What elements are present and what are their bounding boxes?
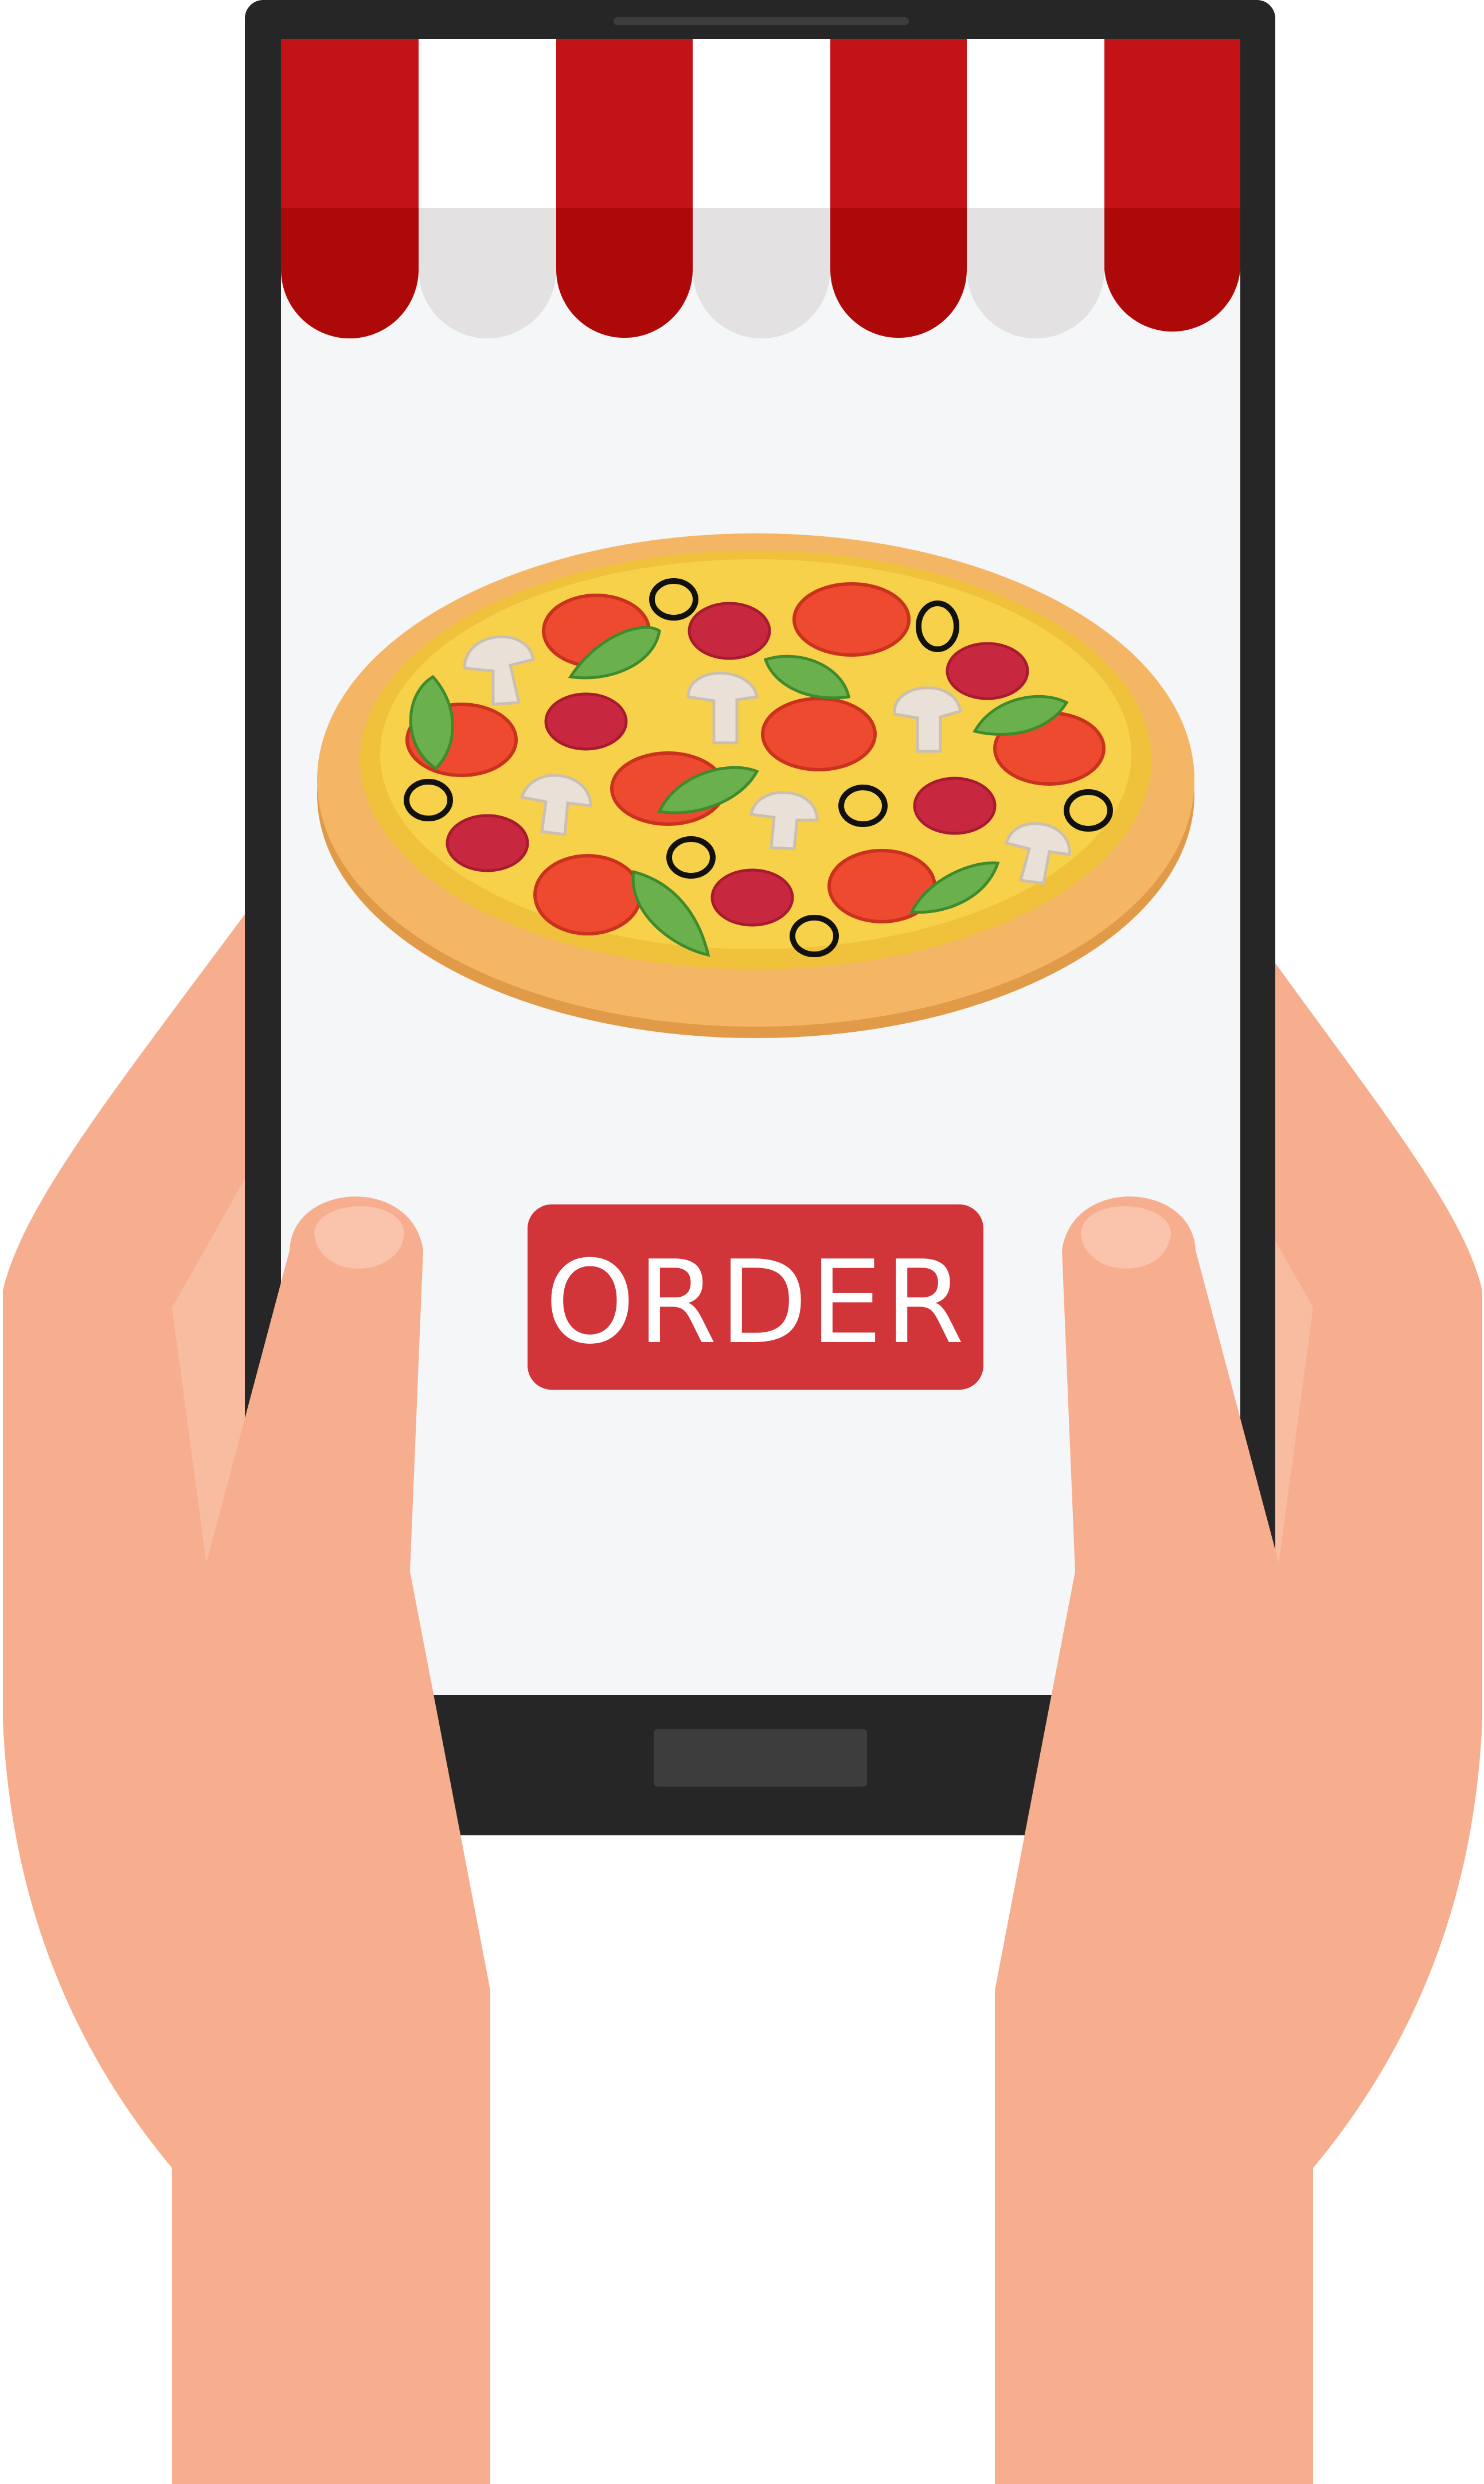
order-button[interactable]: ORDER <box>528 1204 983 1390</box>
awning-white-stripe <box>419 39 556 208</box>
phone-speaker <box>614 17 909 25</box>
order-button-label: ORDER <box>545 1236 967 1370</box>
awning-red-stripe <box>830 39 967 208</box>
tomato-slice <box>533 854 642 935</box>
salami-slice <box>688 602 771 660</box>
awning-red-stripe <box>1104 39 1240 208</box>
awning-white-stripe <box>693 39 830 208</box>
awning-red-stripe <box>281 39 419 208</box>
salami-slice <box>544 692 628 751</box>
tomato-slice <box>792 582 911 657</box>
tomato-slice <box>761 697 877 771</box>
salami-slice <box>710 868 794 927</box>
shop-awning-icon <box>281 39 1240 338</box>
awning-white-stripe <box>967 39 1104 208</box>
awning-red-stripe <box>556 39 693 208</box>
salami-slice <box>946 642 1029 700</box>
salami-slice <box>446 814 529 872</box>
home-button[interactable] <box>654 1729 867 1787</box>
pizza-icon[interactable] <box>317 533 1194 1038</box>
scene: ORDER <box>3 0 1482 2484</box>
salami-slice <box>913 777 997 835</box>
